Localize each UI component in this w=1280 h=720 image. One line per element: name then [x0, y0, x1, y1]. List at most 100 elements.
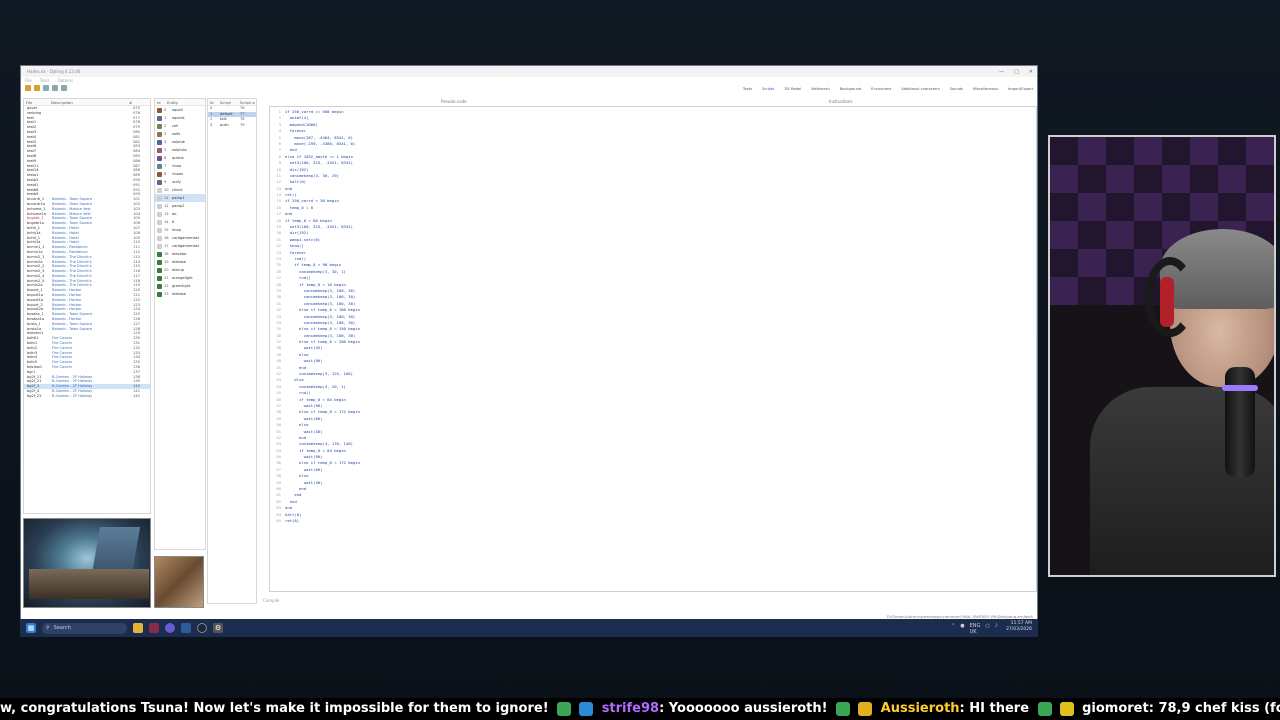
entity-row[interactable]: 0 squall [155, 106, 205, 114]
entity-icon [157, 155, 162, 161]
code-editor[interactable]: 1 if 256_varrd == 560 begin 2 animt(4) 3 ma… [269, 106, 1037, 592]
instructions-tab[interactable]: Instructions [829, 99, 853, 104]
entity-row[interactable]: 1 squalls [155, 114, 205, 122]
entity-row[interactable]: 17 cardgamemast [155, 242, 205, 250]
entity-row[interactable]: 21 orangelight [155, 274, 205, 282]
tab-item[interactable]: Encounters [871, 85, 891, 93]
script-row[interactable]: 3 push 79 [208, 123, 256, 129]
steam-icon[interactable] [197, 623, 207, 633]
chat-ticker: w, congratulations Tsuna! Now let's make… [0, 698, 1280, 720]
backdrop-tile [1078, 193, 1106, 221]
tab-item[interactable]: Sounds [950, 85, 963, 93]
entity-row[interactable]: 7 rinoa [155, 162, 205, 170]
entity-model-preview [154, 556, 204, 608]
backdrop-tile [1246, 193, 1274, 221]
deling-window: Hades.dx - Dalling 0.12.06 — □ ✕ File Too… [20, 65, 1038, 637]
entity-row[interactable]: 5 selphias [155, 146, 205, 154]
backdrop-tile [1134, 193, 1162, 221]
menu-item[interactable]: Options [58, 77, 73, 84]
entity-row[interactable]: 12 pamp2 [155, 202, 205, 210]
background-preview [23, 518, 151, 608]
location-icon: ● [960, 623, 965, 629]
backdrop-tile [1050, 193, 1078, 221]
tab-item[interactable]: Walkmesh [811, 85, 829, 93]
backdrop-tile [1274, 137, 1276, 165]
window-controls: — □ ✕ [999, 66, 1033, 77]
ticker-username: Aussieroth [880, 701, 960, 716]
entity-row[interactable]: 8 rinoas [155, 170, 205, 178]
chevron-up-icon[interactable]: ⌃ [951, 623, 955, 635]
system-tray: ⌃ ● ENG UK ○ ♪ [951, 623, 998, 635]
script-list[interactable]: Id Script Script a 0 76 1 default 77 2 talk 78 3… [207, 98, 257, 604]
entity-row[interactable]: 6 quistis [155, 154, 205, 162]
entity-row[interactable]: 11 pamp1 [155, 194, 205, 202]
tab-item[interactable]: Background [840, 85, 861, 93]
entity-row[interactable]: 13 do [155, 210, 205, 218]
entity-row[interactable]: 3 selfs [155, 130, 205, 138]
entity-row[interactable]: 2 cell [155, 122, 205, 130]
maximize-icon[interactable]: □ [1014, 69, 1019, 75]
backdrop-tile [1274, 221, 1276, 249]
open-folder-icon[interactable] [25, 85, 31, 91]
tab-item[interactable]: Scripts [762, 85, 774, 93]
menu-item[interactable]: File [25, 77, 32, 84]
backdrop-tile [1078, 221, 1106, 249]
entity-row[interactable]: 15 lmap [155, 226, 205, 234]
file-list-header: File Description # [24, 99, 150, 106]
backdrop-tile [1246, 165, 1274, 193]
file-row[interactable]: bg2f_22 B-Garden - 2F Hallway 142 [24, 394, 150, 399]
backdrop-tile [1078, 249, 1106, 277]
windows-start-icon[interactable]: ▦ [26, 623, 36, 633]
tab-item[interactable]: Import/Export [1008, 85, 1033, 93]
save-icon[interactable] [34, 85, 40, 91]
backdrop-tile [1162, 165, 1190, 193]
entity-icon [157, 235, 162, 241]
file-list[interactable]: File Description # gover 075 smibing 076 tes… [23, 98, 151, 514]
tab-item[interactable]: Texts [743, 85, 752, 93]
ticker-message: : HI there [959, 701, 1030, 716]
pseudo-code-tab[interactable]: Pseudo-code [441, 99, 467, 104]
entity-row[interactable]: 22 greenlight [155, 282, 205, 290]
entity-row[interactable]: 14 tl [155, 218, 205, 226]
volume-icon[interactable]: ♪ [995, 623, 998, 635]
menu-bar: File Tools Options [21, 77, 1037, 84]
tab-item[interactable]: Additional characters [901, 85, 939, 93]
settings-icon[interactable] [61, 85, 67, 91]
menu-item[interactable]: Tools [40, 77, 50, 84]
lang-indicator[interactable]: ENG UK [970, 623, 981, 635]
entity-icon [157, 195, 162, 201]
backdrop-tile [1274, 193, 1276, 221]
minimize-icon[interactable]: — [999, 69, 1004, 75]
backdrop-tile [1134, 221, 1162, 249]
entity-icon [157, 251, 162, 257]
entity-row[interactable]: 10 check [155, 186, 205, 194]
entity-icon [157, 139, 162, 145]
badge-icon [836, 701, 851, 716]
browser-icon[interactable] [165, 623, 175, 633]
file-explorer-icon[interactable] [133, 623, 143, 633]
entity-row[interactable]: 16 cardgamemast [155, 234, 205, 242]
clock[interactable]: 11:57 AM 27/03/2026 [1006, 621, 1032, 633]
network-icon[interactable]: ○ [985, 623, 989, 635]
backdrop-tile [1218, 193, 1246, 221]
search-box[interactable]: ⚲ Search [42, 622, 127, 634]
entity-row[interactable]: 4 selphie [155, 138, 205, 146]
tab-item[interactable]: Miscellaneous [973, 85, 998, 93]
entity-row[interactable]: 9 unify [155, 178, 205, 186]
entity-row[interactable]: 18 elevator [155, 250, 205, 258]
save-as-icon[interactable] [43, 85, 49, 91]
compile-button[interactable]: Compile [263, 598, 279, 603]
settings-icon[interactable]: ⚙ [213, 623, 223, 633]
tab-item[interactable]: 3D Model [784, 85, 801, 93]
app-icon[interactable] [149, 623, 159, 633]
entity-row[interactable]: 23 elebase [155, 290, 205, 298]
entity-row[interactable]: 19 elebase [155, 258, 205, 266]
crown-icon [858, 701, 873, 716]
deling-icon[interactable] [181, 623, 191, 633]
backdrop-tile [1190, 193, 1218, 221]
entity-icon [157, 227, 162, 233]
entity-list[interactable]: Id Entity 0 squall 1 squalls 2 cell 3 selfs 4 sel… [154, 98, 206, 550]
search-icon[interactable] [52, 85, 58, 91]
close-icon[interactable]: ✕ [1029, 69, 1033, 75]
entity-row[interactable]: 20 elevup [155, 266, 205, 274]
